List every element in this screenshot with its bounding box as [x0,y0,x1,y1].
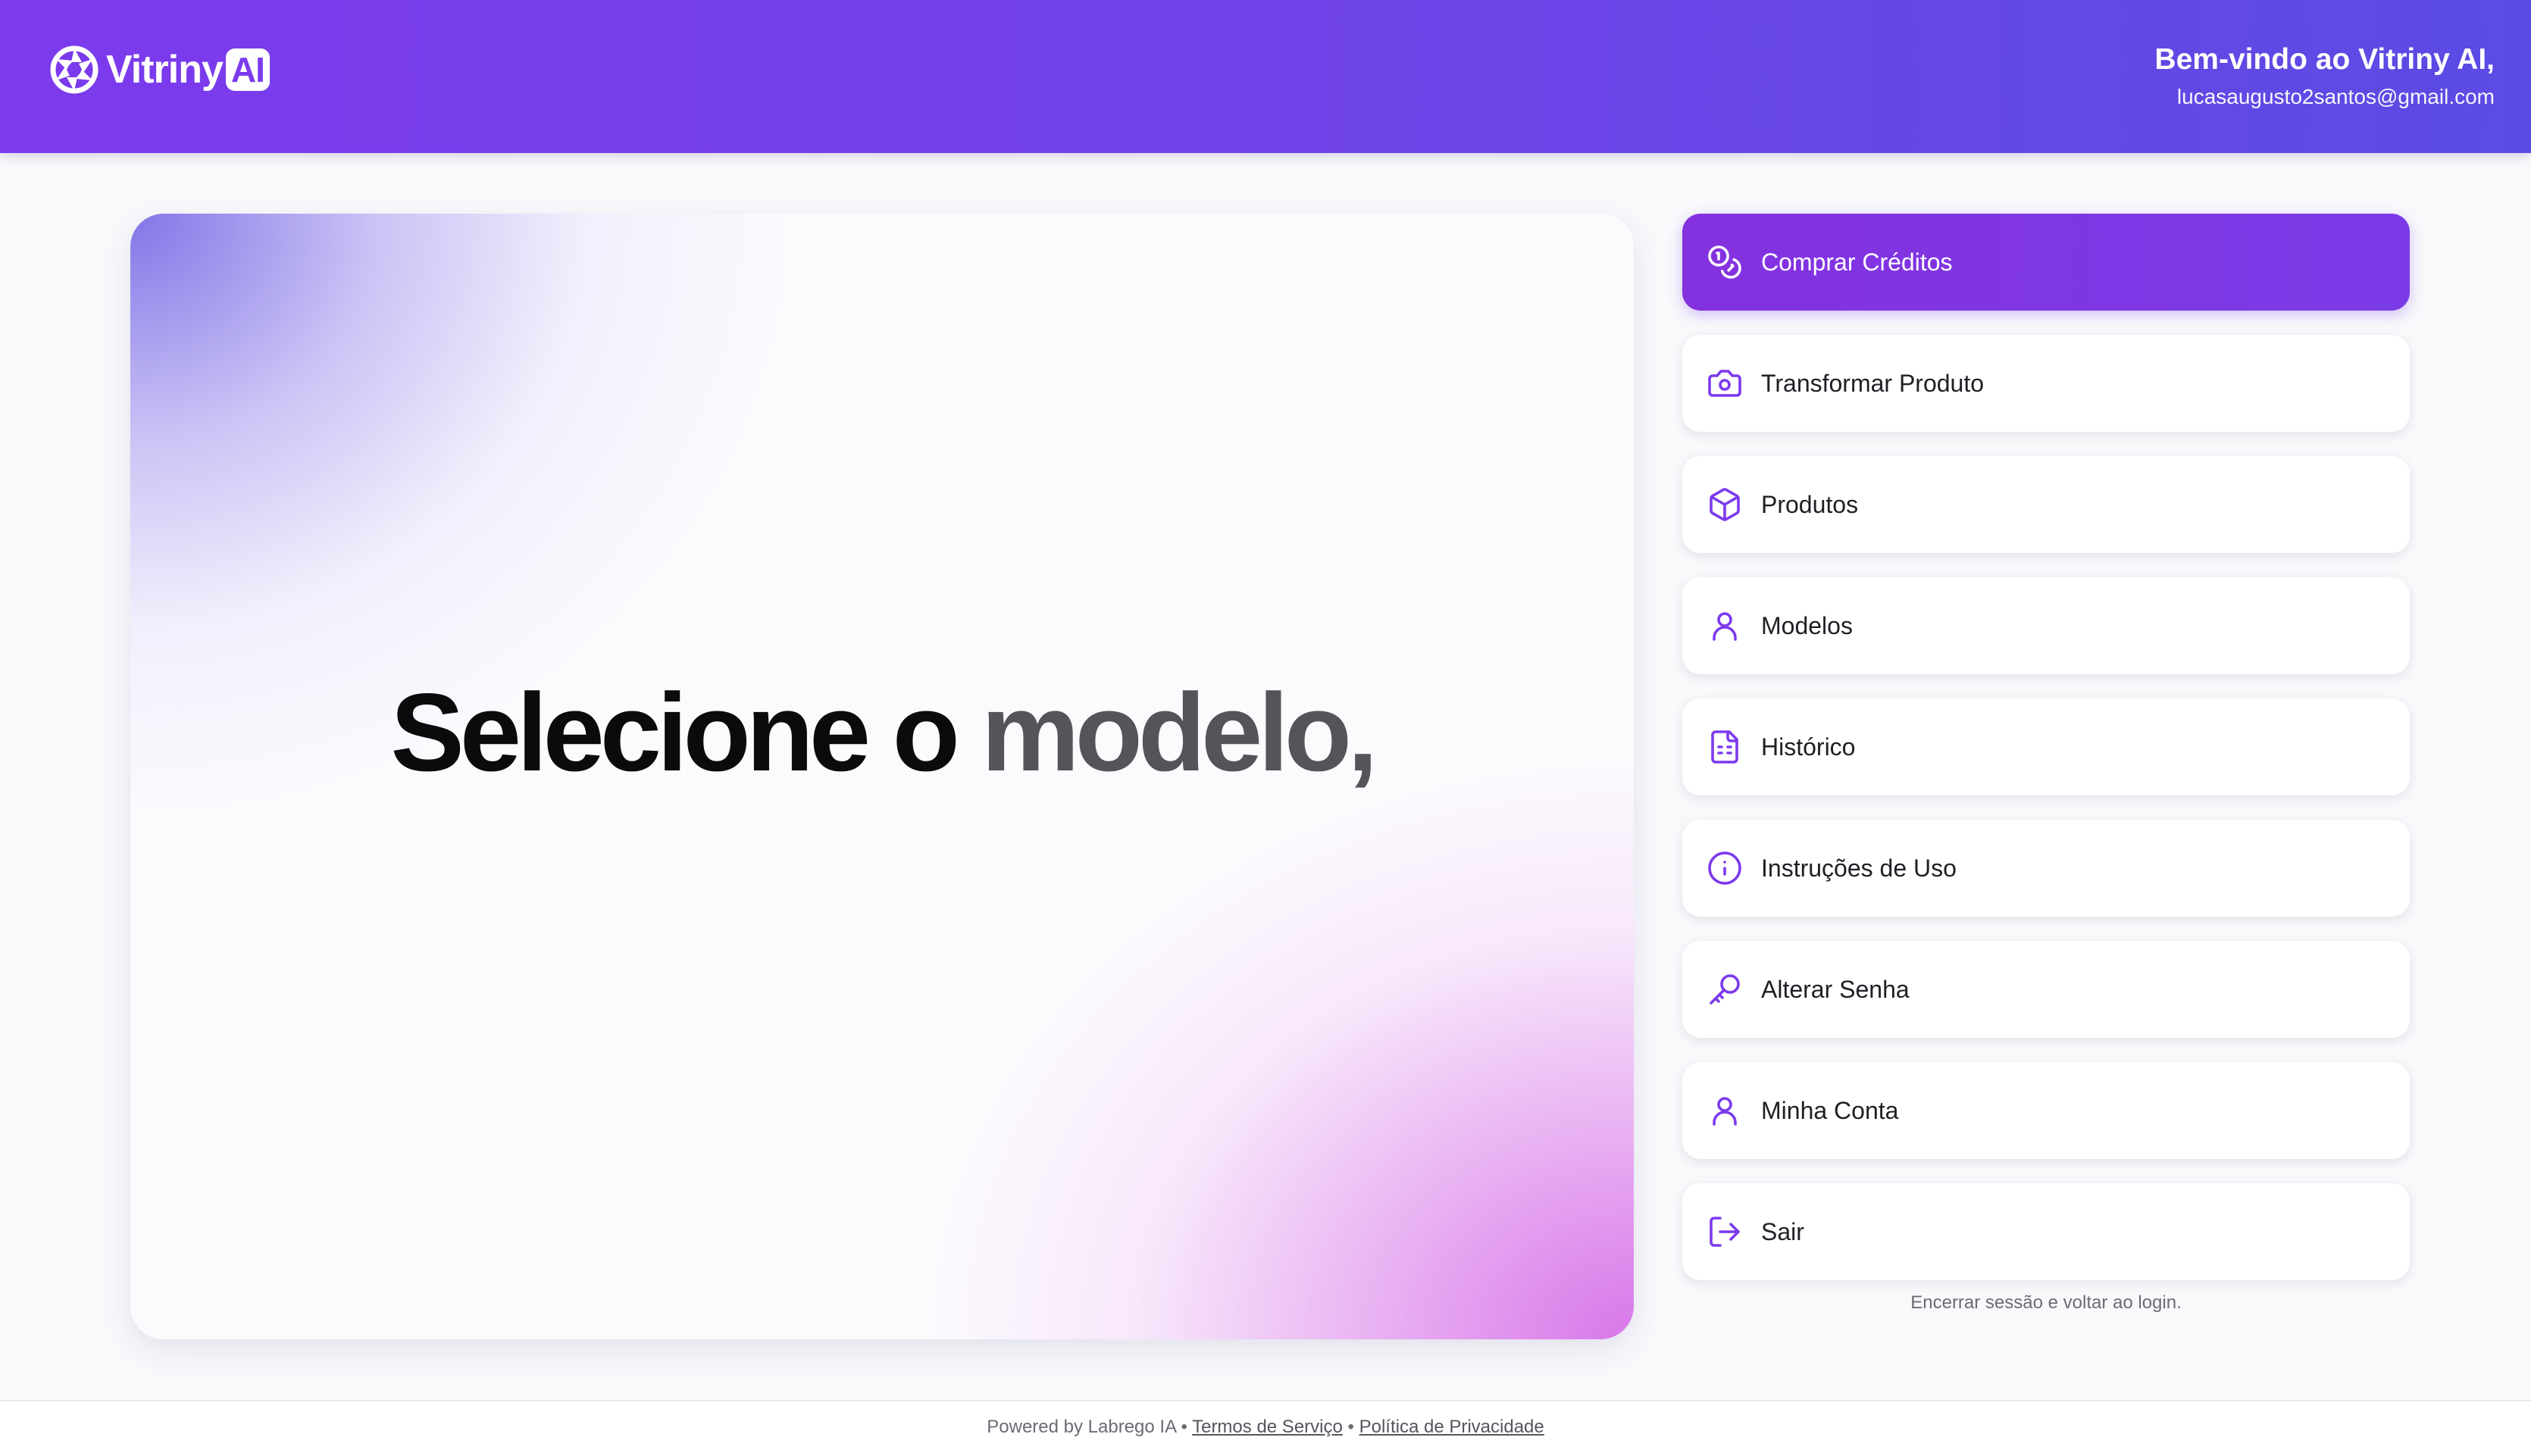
info-icon [1707,850,1743,886]
history-label: Histórico [1761,733,1856,761]
buy-credits-label: Comprar Créditos [1761,248,1953,276]
hero-card: Selecione o modelo, [130,214,1634,1339]
app-logo[interactable]: Vitriny AI [48,44,270,95]
terms-link[interactable]: Termos de Serviço [1192,1417,1343,1437]
models-label: Modelos [1761,611,1853,639]
user-email: lucasaugusto2santos@gmail.com [2176,85,2495,108]
logo-wordmark: Vitriny AI [106,47,270,92]
action-menu: Comprar Créditos Transformar Produto Pro… [1682,214,2410,1304]
instructions-label: Instruções de Uso [1761,854,1957,882]
page-footer: Powered by Labrego IA • Termos de Serviç… [0,1400,2531,1456]
user-icon [1707,608,1743,644]
key-icon [1707,971,1743,1008]
coins-icon [1707,244,1743,280]
my-account-button[interactable]: Minha Conta [1682,1062,2410,1159]
welcome-block: Bem-vindo ao Vitriny AI, lucasaugusto2sa… [2154,41,2495,112]
privacy-link[interactable]: Política de Privacidade [1359,1417,1544,1437]
hero-text-part2: modelo, [981,670,1378,794]
logout-label: Sair [1761,1217,1804,1245]
instructions-button[interactable]: Instruções de Uso [1682,820,2410,917]
box-icon [1707,486,1743,523]
transform-product-button[interactable]: Transformar Produto [1682,335,2410,432]
logout-button[interactable]: Sair [1682,1183,2410,1280]
buy-credits-button[interactable]: Comprar Créditos [1682,214,2410,311]
user-icon [1707,1092,1743,1129]
top-header: Vitriny AI Bem-vindo ao Vitriny AI, luca… [0,0,2531,153]
logo-badge: AI [225,48,270,91]
products-label: Produtos [1761,490,1859,518]
hero-text-part1: Selecione o [390,670,959,794]
change-password-label: Alterar Senha [1761,975,1910,1003]
change-password-button[interactable]: Alterar Senha [1682,941,2410,1038]
aperture-icon [50,45,99,94]
welcome-title: Bem-vindo ao Vitriny AI, [2154,43,2495,76]
footer-separator: • [1181,1417,1187,1437]
hero-headline: Selecione o modelo, [130,668,1634,797]
camera-icon [1707,365,1743,401]
models-button[interactable]: Modelos [1682,577,2410,674]
history-button[interactable]: Histórico [1682,698,2410,795]
file-list-icon [1707,729,1743,765]
products-button[interactable]: Produtos [1682,456,2410,553]
logout-icon [1707,1214,1743,1250]
logo-text: Vitriny [106,48,224,92]
powered-by-text: Powered by Labrego IA [987,1417,1176,1437]
footer-separator: • [1347,1417,1354,1437]
my-account-label: Minha Conta [1761,1096,1899,1124]
logout-hint: Encerrar sessão e voltar ao login. [1910,1292,2182,1313]
transform-product-label: Transformar Produto [1761,369,1985,397]
